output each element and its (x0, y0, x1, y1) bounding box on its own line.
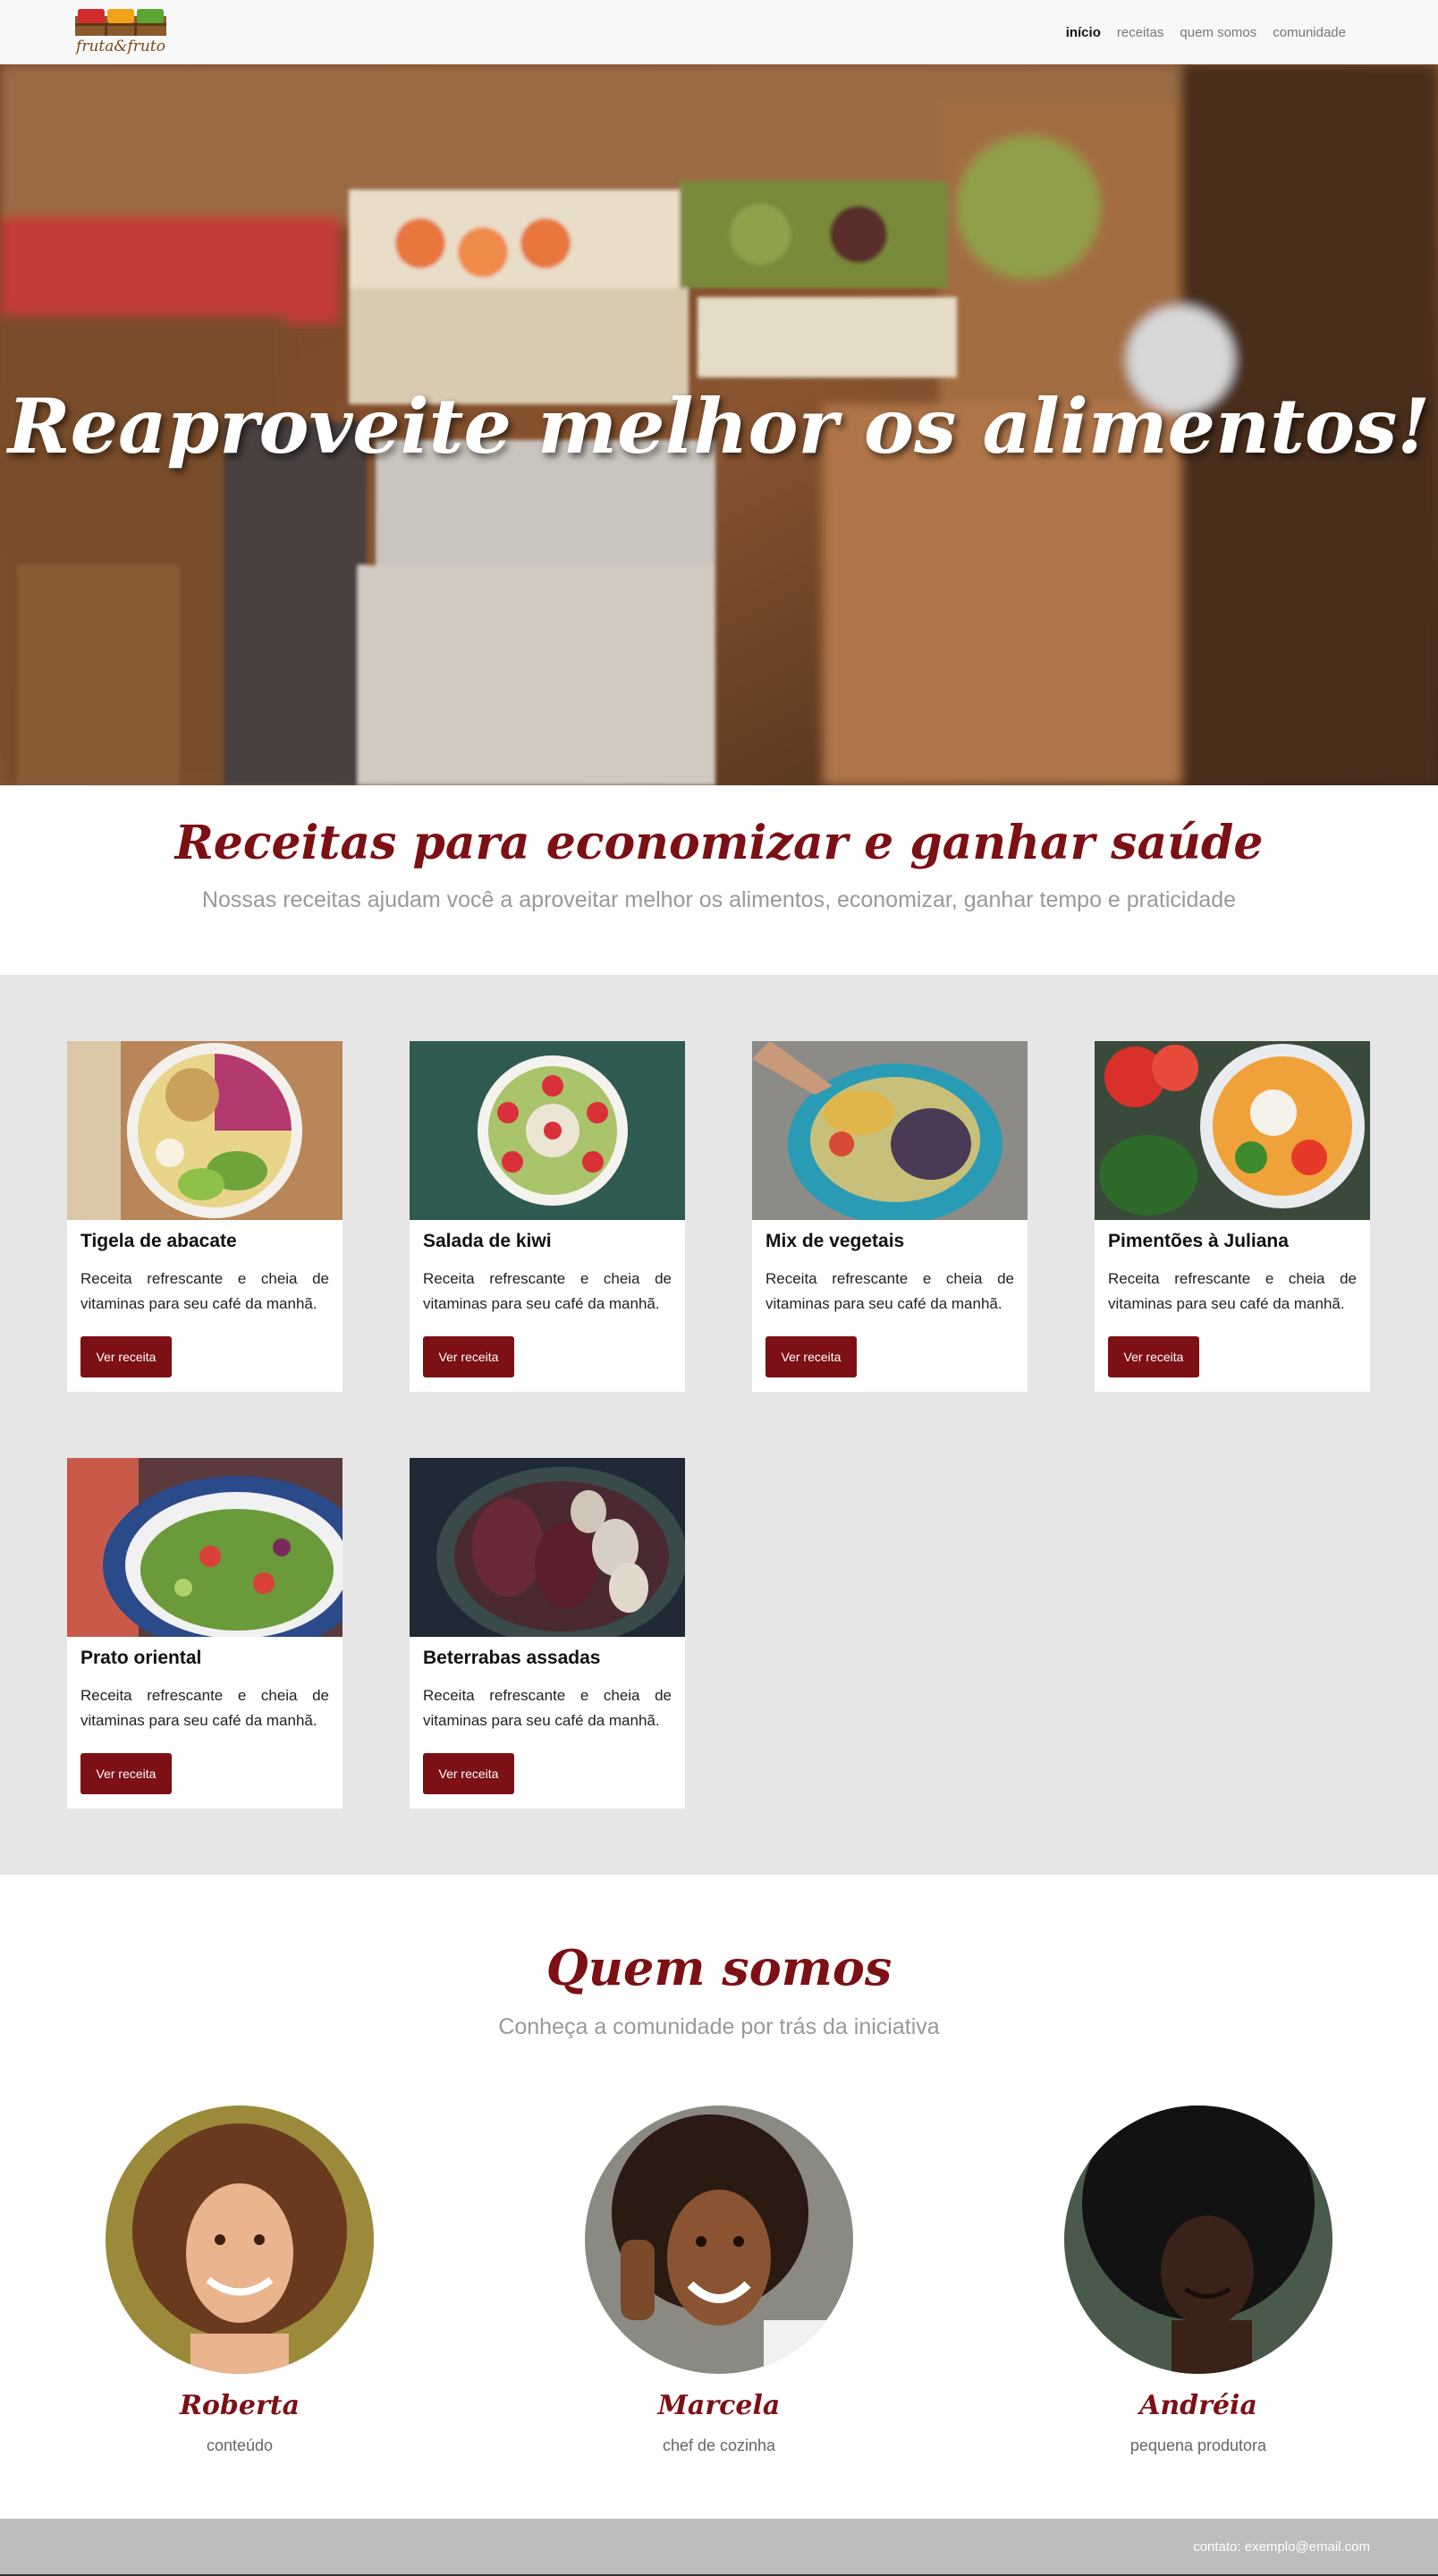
team-member: Andréia pequena produtora (1019, 2106, 1377, 2481)
fruit-crates-logo-icon (75, 9, 166, 36)
member-role: pequena produtora (1129, 2436, 1267, 2454)
recipe-card: Mix de vegetais Receita refrescante e ch… (752, 1041, 1028, 1392)
footer: contato: exemplo@email.com (0, 2519, 1438, 2576)
recipe-image-avocado-bowl (67, 1041, 343, 1220)
nav-link-inicio[interactable]: início (1058, 25, 1109, 40)
member-name: Roberta (179, 2390, 300, 2421)
team-member: Marcela chef de cozinha (540, 2106, 898, 2481)
nav-links: início receitas quem somos comunidade (1058, 0, 1354, 64)
intro-title: Receitas para economizar e ganhar saúde (174, 816, 1264, 870)
member-role: chef de cozinha (662, 2436, 776, 2454)
recipe-description: Receita refrescante e cheia de vitaminas… (80, 1687, 329, 1729)
recipe-image-roasted-beets (410, 1458, 685, 1637)
avatar (106, 2106, 374, 2374)
recipe-card: Tigela de abacate Receita refrescante e … (67, 1041, 343, 1392)
navbar: fruta&fruto início receitas quem somos c… (0, 0, 1438, 64)
recipe-title: Prato oriental (80, 1648, 202, 1668)
recipe-title: Mix de vegetais (766, 1231, 905, 1251)
recipe-image-oriental-dish (67, 1458, 343, 1637)
member-name: Andréia (1139, 2390, 1257, 2421)
avatar (585, 2106, 853, 2374)
ver-receita-button[interactable]: Ver receita (423, 1753, 514, 1794)
recipe-image-vegetable-mix (752, 1041, 1028, 1220)
recipe-card: Prato oriental Receita refrescante e che… (67, 1458, 343, 1809)
intro-section: Receitas para economizar e ganhar saúde … (0, 785, 1438, 975)
member-name: Marcela (657, 2390, 781, 2421)
nav-link-comunidade[interactable]: comunidade (1265, 25, 1354, 40)
hero-title: Reaproveite melhor os alimentos! (7, 382, 1431, 470)
recipe-description: Receita refrescante e cheia de vitaminas… (80, 1270, 329, 1312)
logo[interactable]: fruta&fruto (72, 4, 170, 61)
recipe-description: Receita refrescante e cheia de vitaminas… (423, 1270, 672, 1312)
about-title: Quem somos (546, 1939, 892, 1996)
nav-link-receitas[interactable]: receitas (1109, 25, 1172, 40)
recipe-card: Beterrabas assadas Receita refrescante e… (410, 1458, 685, 1809)
footer-contact: contato: exemplo@email.com (1193, 2539, 1370, 2555)
recipe-card: Salada de kiwi Receita refrescante e che… (410, 1041, 685, 1392)
recipe-description: Receita refrescante e cheia de vitaminas… (1108, 1270, 1357, 1312)
recipe-title: Beterrabas assadas (423, 1648, 601, 1668)
recipe-title: Salada de kiwi (423, 1231, 552, 1251)
intro-subtitle: Nossas receitas ajudam você a aproveitar… (201, 887, 1237, 912)
hero: Reaproveite melhor os alimentos! (0, 64, 1438, 785)
ver-receita-button[interactable]: Ver receita (80, 1753, 172, 1794)
nav-link-quem-somos[interactable]: quem somos (1172, 25, 1265, 40)
ver-receita-button[interactable]: Ver receita (766, 1336, 857, 1377)
ver-receita-button[interactable]: Ver receita (1108, 1336, 1199, 1377)
about-section: Quem somos Conheça a comunidade por trás… (0, 1875, 1438, 2519)
team-member: Roberta conteúdo (61, 2106, 419, 2481)
ver-receita-button[interactable]: Ver receita (80, 1336, 172, 1377)
recipe-description: Receita refrescante e cheia de vitaminas… (423, 1687, 672, 1729)
recipe-title: Pimentões à Juliana (1108, 1231, 1289, 1251)
recipe-image-kiwi-salad (410, 1041, 685, 1220)
recipe-description: Receita refrescante e cheia de vitaminas… (766, 1270, 1014, 1312)
avatar (1064, 2106, 1332, 2374)
logo-text: fruta&fruto (76, 38, 165, 55)
recipes-section: Tigela de abacate Receita refrescante e … (0, 975, 1438, 1875)
ver-receita-button[interactable]: Ver receita (423, 1336, 514, 1377)
recipe-title: Tigela de abacate (80, 1231, 237, 1251)
about-subtitle: Conheça a comunidade por trás da iniciat… (498, 2014, 940, 2039)
member-role: conteúdo (206, 2436, 274, 2454)
recipe-card: Pimentões à Juliana Receita refrescante … (1095, 1041, 1370, 1392)
recipe-image-peppers (1095, 1041, 1370, 1220)
